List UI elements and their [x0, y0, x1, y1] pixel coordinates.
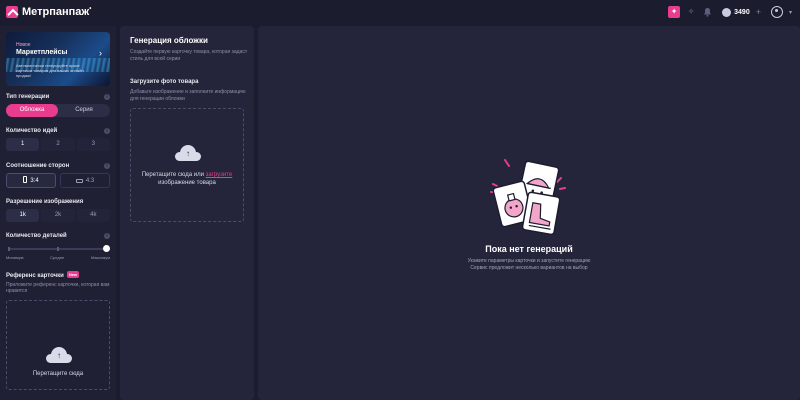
gen-type-label: Тип генерации i	[6, 94, 110, 100]
balance-value: 3490	[734, 8, 750, 16]
ideas-selector: 1 2 3	[6, 138, 110, 151]
upload-label: Загрузите фото товара	[130, 79, 199, 85]
ratio-option-3-4[interactable]: 3:4	[6, 173, 56, 188]
gen-type-cover[interactable]: Обложка	[6, 104, 58, 117]
balance-widget[interactable]: 3490 +	[718, 5, 765, 19]
gen-type-series[interactable]: Серия	[58, 104, 110, 117]
empty-state-desc: Укажите параметры карточки и запустите г…	[467, 258, 591, 271]
promo-banner[interactable]: Новое Маркетплейсы Автоматически генерир…	[6, 32, 110, 86]
resolution-option-2k[interactable]: 2k	[41, 209, 75, 222]
upload-desc: Добавьте изображение и заполните информа…	[130, 89, 246, 102]
coin-icon	[722, 7, 732, 17]
ratio-label: Соотношение сторон i	[6, 163, 110, 169]
reference-desc: Приложите референс карточки, которая вам…	[6, 282, 110, 294]
bell-icon[interactable]	[702, 7, 712, 17]
results-panel: Пока нет генераций Укажите параметры кар…	[258, 26, 800, 400]
logo[interactable]: Метрпанпаж•	[6, 6, 91, 18]
cover-generation-panel: Генерация обложки Создайте первую карточ…	[120, 26, 254, 400]
detail-label: Количество деталей i	[6, 233, 110, 239]
settings-sidebar: Новое Маркетплейсы Автоматически генерир…	[0, 26, 116, 400]
reference-drop-text: Перетащите сюда	[32, 371, 84, 377]
slider-knob[interactable]	[103, 245, 110, 252]
promo-title: Маркетплейсы	[16, 49, 68, 56]
info-icon[interactable]: i	[104, 128, 110, 134]
empty-state-title: Пока нет генераций	[485, 244, 573, 254]
upload-cloud-icon: ↑	[175, 145, 201, 161]
gift-icon[interactable]: ✦	[668, 6, 681, 18]
resolution-label: Разрешение изображения	[6, 199, 84, 205]
promo-tag: Новое	[16, 42, 31, 48]
logo-text: Метрпанпаж	[22, 6, 90, 18]
slider-tick	[57, 247, 59, 251]
ideas-option-1[interactable]: 1	[6, 138, 40, 151]
product-photo-dropzone[interactable]: ↑ Перетащите сюда или загрузите изображе…	[130, 108, 244, 222]
new-badge: New	[66, 271, 80, 278]
landscape-icon	[75, 179, 83, 183]
add-balance-button[interactable]: +	[756, 7, 761, 17]
detail-slider[interactable]	[6, 244, 110, 254]
magic-icon[interactable]: ✧	[686, 7, 696, 17]
gen-type-switch: Обложка Серия	[6, 104, 110, 117]
resolution-selector: 1k 2k 4k	[6, 209, 110, 222]
avatar-icon[interactable]	[770, 6, 783, 18]
upload-cloud-icon: ↑	[46, 347, 72, 363]
ideas-label: Количество идей i	[6, 128, 110, 134]
dropzone-text: Перетащите сюда или загрузите изображени…	[141, 172, 233, 186]
info-icon[interactable]: i	[104, 94, 110, 100]
detail-slider-labels: Минимум Средне Максимум	[6, 255, 110, 260]
chevron-down-icon[interactable]: ▾	[789, 9, 792, 16]
info-icon[interactable]: i	[104, 163, 110, 169]
panel-title: Генерация обложки	[130, 36, 208, 45]
logo-icon	[6, 6, 18, 18]
upload-link[interactable]: загрузите	[206, 172, 233, 178]
ratio-selector: 3:4 4:3	[6, 173, 110, 188]
resolution-option-1k[interactable]: 1k	[6, 209, 40, 222]
promo-desc: Автоматически генерируйте яркие карточки…	[16, 63, 85, 78]
resolution-option-4k[interactable]: 4k	[76, 209, 110, 222]
ideas-option-3[interactable]: 3	[76, 138, 110, 151]
empty-illustration-icon	[490, 159, 566, 236]
slider-tick	[8, 247, 10, 251]
top-bar-actions: ✦ ✧ 3490 + ▾	[668, 5, 792, 19]
reference-dropzone[interactable]: ↑ Перетащите сюда	[6, 300, 110, 390]
reference-label: Референс карточки New	[6, 271, 80, 279]
chevron-right-icon[interactable]: ›	[99, 48, 102, 58]
ratio-option-4-3[interactable]: 4:3	[60, 173, 110, 188]
ideas-option-2[interactable]: 2	[41, 138, 75, 151]
panel-desc: Создайте первую карточку товара, которая…	[130, 49, 248, 62]
top-bar: Метрпанпаж• ✦ ✧ 3490 + ▾	[0, 0, 800, 26]
info-icon[interactable]: i	[104, 233, 110, 239]
portrait-icon	[23, 176, 28, 183]
